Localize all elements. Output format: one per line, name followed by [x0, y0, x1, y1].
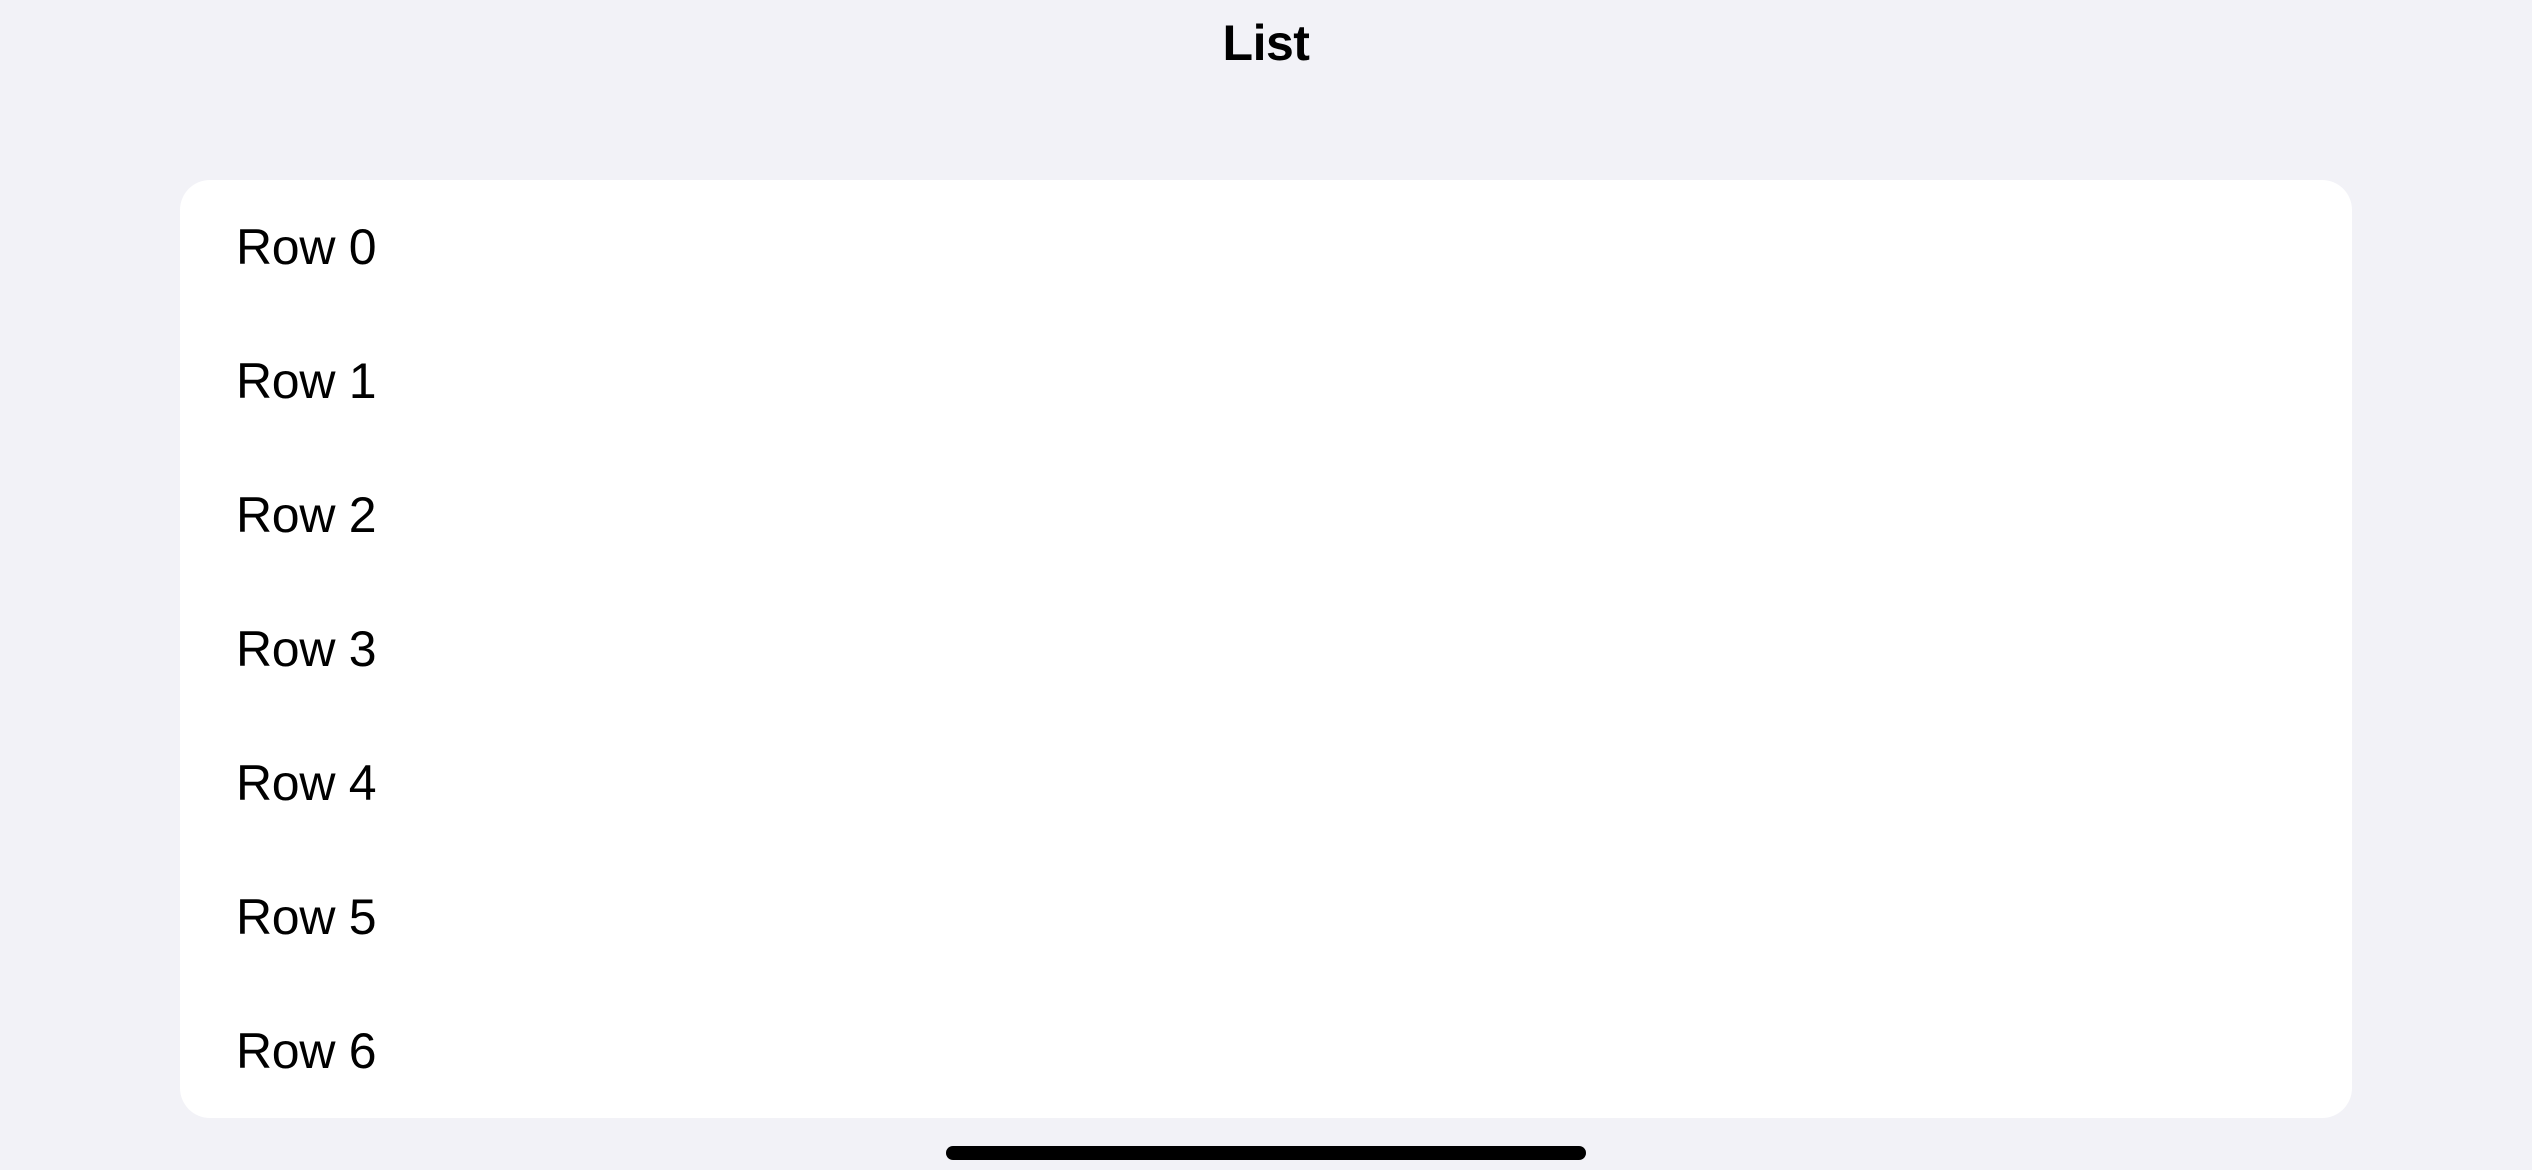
list-container: Row 0 Row 1 Row 2 Row 3 Row 4 Row 5 Row … [180, 180, 2352, 1118]
list-item[interactable]: Row 0 [180, 180, 2352, 314]
list-item[interactable]: Row 4 [180, 716, 2352, 850]
list-item[interactable]: Row 6 [180, 984, 2352, 1118]
list-item[interactable]: Row 1 [180, 314, 2352, 448]
list-item[interactable]: Row 2 [180, 448, 2352, 582]
list-item[interactable]: Row 5 [180, 850, 2352, 984]
list-item[interactable]: Row 3 [180, 582, 2352, 716]
home-indicator[interactable] [946, 1146, 1586, 1160]
page-title: List [0, 0, 2532, 72]
